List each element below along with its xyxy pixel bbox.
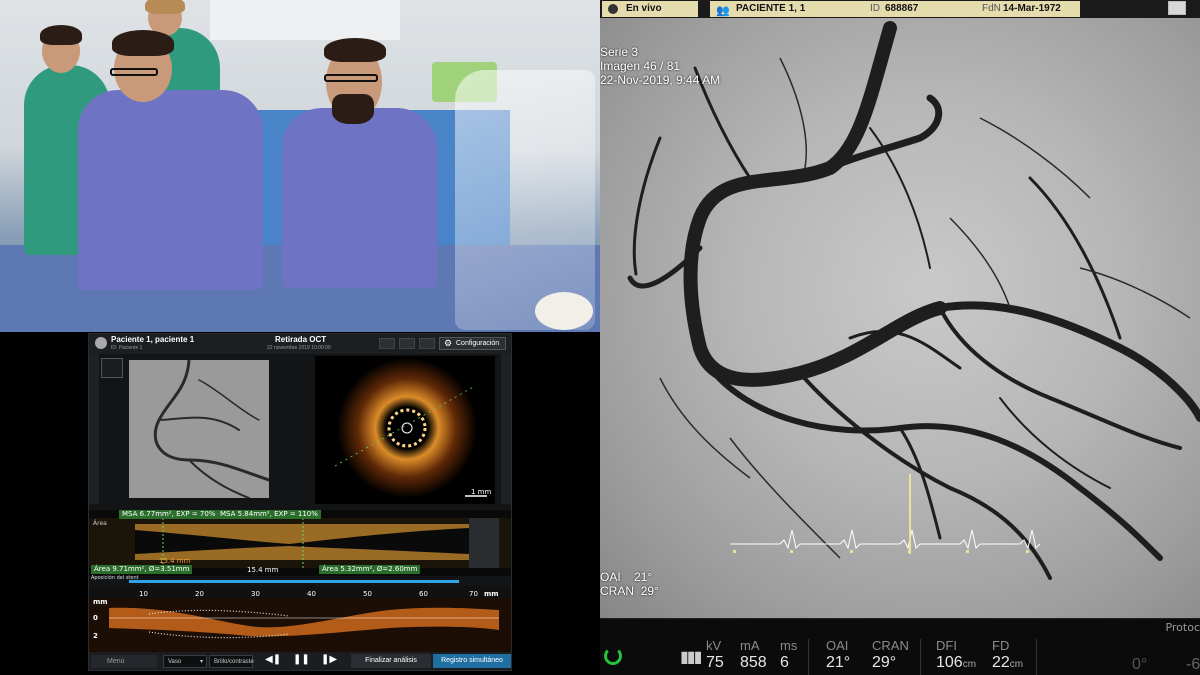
mm-axis-label: mm <box>93 598 108 606</box>
chevron-down-icon: ▾ <box>246 669 249 670</box>
patients-icon: 👥 <box>716 5 730 17</box>
angle-cran: CRAN 29° <box>600 584 659 598</box>
patient-info-bar[interactable]: 👥 PACIENTE 1, 1 ID 688867 FdN 14-Mar-197… <box>710 1 1080 17</box>
oct-date: 22 noviembre 2019 10:00:00 <box>267 345 331 351</box>
tick-label: 20 <box>195 590 204 598</box>
bowl <box>535 292 593 330</box>
area-measure-1: Área 9.71mm², Ø=3.51mm <box>91 565 193 574</box>
finish-analysis-button[interactable]: Finalizar análisis <box>351 654 431 668</box>
dfi-readout: DFI 106cm <box>936 638 977 672</box>
menu-button[interactable]: Menú <box>91 655 157 668</box>
tick-label: 30 <box>251 590 260 598</box>
dob-label: FdN <box>982 3 1001 14</box>
ready-status-icon <box>604 647 622 665</box>
protocol-label[interactable]: Protoc <box>1165 621 1200 634</box>
right-rail[interactable] <box>501 354 511 504</box>
camera-icon[interactable] <box>379 338 395 349</box>
oct-patient-name: Paciente 1, paciente 1 <box>111 335 195 344</box>
tick-label: 60 <box>419 590 428 598</box>
print-icon[interactable] <box>399 338 415 349</box>
ms-readout: ms 6 <box>780 638 798 672</box>
extra-readout: -6 <box>1186 656 1200 673</box>
patient-id: 688867 <box>885 3 919 14</box>
oct-cross-section[interactable] <box>315 356 495 504</box>
monitor-icon[interactable] <box>1168 1 1186 15</box>
msa-measure-2: MSA 5.84mm², EXP = 110% <box>217 510 321 519</box>
apposition-bar <box>129 580 459 583</box>
oct-header: Paciente 1, paciente 1 ID: Paciente 1 Re… <box>89 334 511 354</box>
thumbnail-toggle[interactable] <box>101 358 123 378</box>
oct-patient-id: ID: Paciente 1 <box>111 345 143 351</box>
patient-dob: 14-Mar-1972 <box>1003 3 1061 14</box>
step-back-icon[interactable]: ◀❚ <box>265 654 281 665</box>
separator <box>808 639 809 675</box>
fluoro-topbar: En vivo 👥 PACIENTE 1, 1 ID 688867 FdN 14… <box>600 0 1200 18</box>
zero-label: 0 <box>93 614 98 622</box>
simultaneous-register-button[interactable]: Registro simultáneo <box>433 654 511 668</box>
kv-readout: kV 75 <box>706 638 724 672</box>
separator <box>920 639 921 675</box>
gear-icon: ⚙ <box>444 338 453 348</box>
area-measure-2: Área 5.32mm², Ø=2.60mm <box>319 565 421 574</box>
live-dot-icon <box>608 4 618 14</box>
live-indicator[interactable]: En vivo <box>602 1 698 17</box>
min-length-label: 15.4 mm <box>159 557 191 565</box>
export-icon[interactable] <box>419 338 435 349</box>
tick-label: 10 <box>139 590 148 598</box>
brightness-select[interactable]: Brillo/contraste▾ <box>209 655 254 670</box>
user-icon <box>95 337 107 349</box>
chevron-down-icon: ▾ <box>199 659 203 665</box>
image-index: Imagen 46 / 81 <box>600 59 681 73</box>
mm-unit-label: mm <box>484 590 499 598</box>
angle-oai: OAI 21° <box>600 570 653 584</box>
vessel-select[interactable]: Vaso ▾ <box>163 655 207 668</box>
two-label: 2 <box>93 632 98 640</box>
pause-icon[interactable]: ❚❚ <box>293 654 310 665</box>
angiography-image: Serie 3 Imagen 46 / 81 22-Nov-2019, 9:44… <box>600 18 1200 618</box>
patient-name: PACIENTE 1, 1 <box>736 3 806 14</box>
tick-label: 40 <box>307 590 316 598</box>
sterile-cover <box>455 70 595 330</box>
cran-readout: CRAN 29° <box>872 638 909 672</box>
tick-label: 70 <box>469 590 478 598</box>
separator <box>1036 639 1037 675</box>
config-button[interactable]: ⚙ Configuración <box>439 337 507 350</box>
extra-angle-readout: 0° <box>1132 656 1148 673</box>
step-forward-icon[interactable]: ❚▶ <box>321 654 337 665</box>
exposure-status-bar: Protoc ▮▮▮ kV 75 mA 858 ms 6 OAI 21° CRAN 29°… <box>600 618 1200 675</box>
fd-readout: FD 22cm <box>992 638 1024 672</box>
oct-toolbar: Menú Vaso▾ Brillo/contraste▾ ◀❚ ❚❚ ❚▶ Fi… <box>89 652 511 670</box>
oai-readout: OAI 21° <box>826 638 851 672</box>
tick-label: 50 <box>363 590 372 598</box>
ma-readout: mA 858 <box>740 638 767 672</box>
doctor-right <box>282 38 437 288</box>
left-rail[interactable] <box>89 354 99 504</box>
oct-angio-thumbnail[interactable] <box>129 360 269 498</box>
fluoroscopy-viewer: En vivo 👥 PACIENTE 1, 1 ID 688867 FdN 14… <box>600 0 1200 675</box>
longitudinal-view[interactable] <box>89 586 511 652</box>
oct-mode-title: Retirada OCT <box>275 335 327 344</box>
msa-measure-1: MSA 6.77mm², EXP = 70% <box>119 510 219 519</box>
dose-bars-icon: ▮▮▮ <box>680 647 702 666</box>
doctor-left <box>78 30 263 330</box>
area-axis-label: Área <box>93 520 107 527</box>
segment-length-label: 15.4 mm <box>247 566 279 574</box>
scale-label: 1 mm <box>471 488 492 496</box>
room-camera-feed <box>0 0 600 332</box>
id-label: ID <box>870 3 880 14</box>
live-label: En vivo <box>626 3 662 14</box>
oct-viewer: Paciente 1, paciente 1 ID: Paciente 1 Re… <box>88 333 512 671</box>
series-label: Serie 3 <box>600 45 639 59</box>
acquisition-datetime: 22-Nov-2019, 9:44 AM <box>600 73 721 87</box>
ecg-trace <box>730 474 1041 554</box>
